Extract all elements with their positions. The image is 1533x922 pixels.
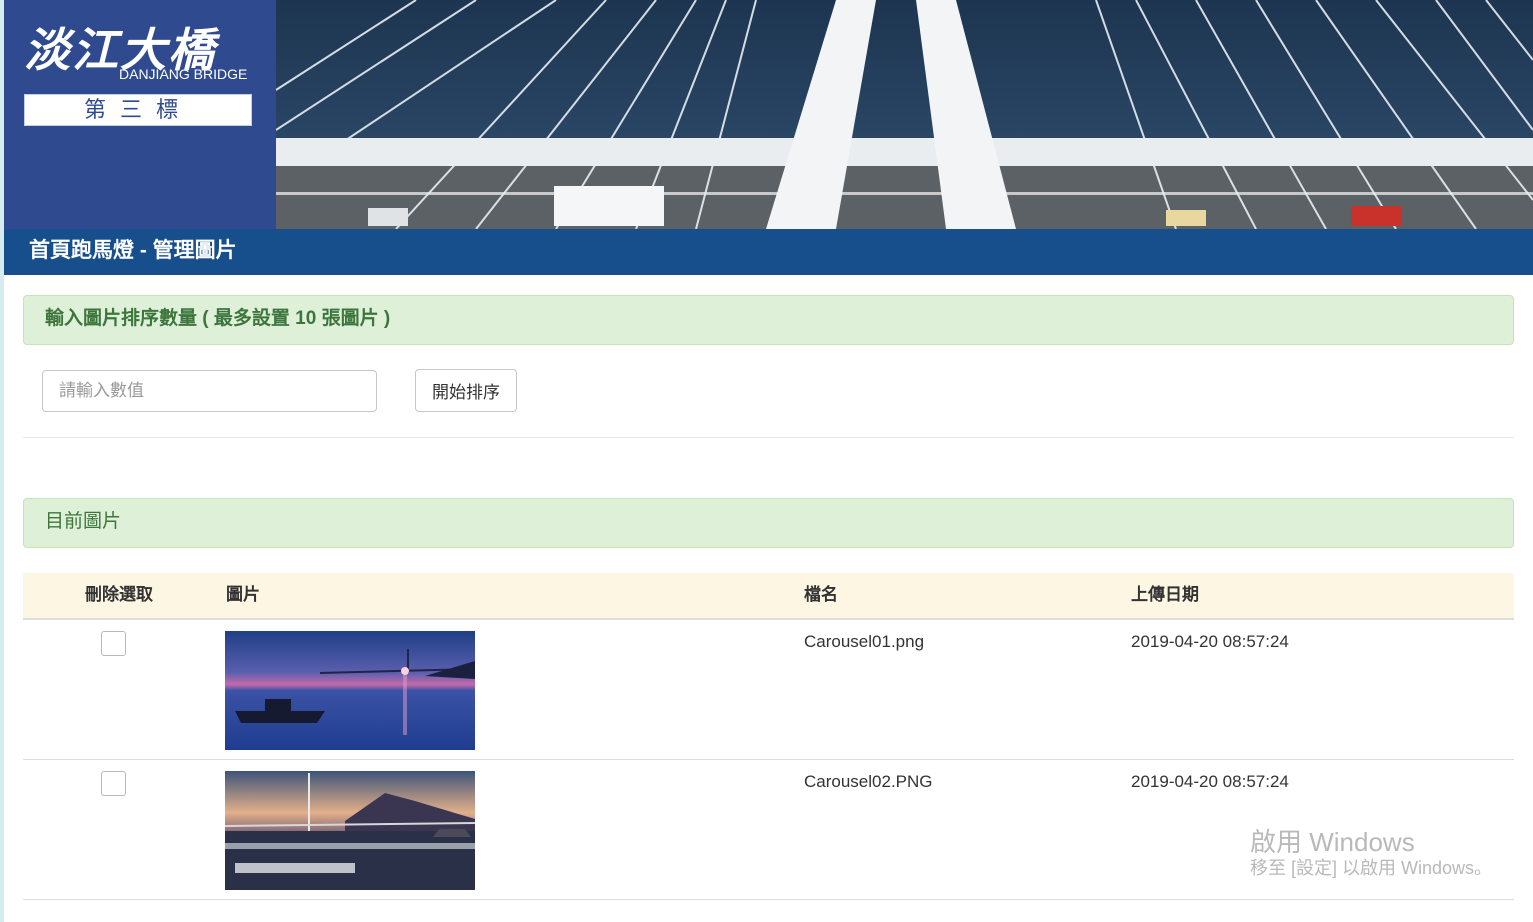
- start-sort-button[interactable]: 開始排序: [415, 369, 517, 412]
- filename-cell: Carousel02.PNG: [804, 772, 933, 791]
- col-header-delete[interactable]: 刪除選取: [85, 573, 153, 617]
- col-header-filename[interactable]: 檔名: [804, 573, 838, 617]
- delete-checkbox[interactable]: [101, 771, 126, 796]
- windows-activation-subtitle: 移至 [設定] 以啟用 Windows。: [1250, 858, 1493, 878]
- table-header: 刪除選取 圖片 檔名 上傳日期: [23, 573, 1514, 620]
- site-logo[interactable]: 淡江大橋 DANJIANG BRIDGE 第三標: [4, 0, 276, 229]
- filename-cell: Carousel01.png: [804, 632, 925, 651]
- table-row: Carousel01.png 2019-04-20 08:57:24: [23, 620, 1514, 760]
- delete-checkbox[interactable]: [101, 631, 126, 656]
- col-header-upload-date[interactable]: 上傳日期: [1131, 573, 1199, 617]
- logo-badge: 第三標: [24, 94, 252, 126]
- page-title: 首頁跑馬燈 - 管理圖片: [4, 229, 1533, 275]
- carousel-thumbnail: [225, 631, 475, 750]
- sort-panel-heading: 輸入圖片排序數量 ( 最多設置 10 張圖片 ): [23, 295, 1514, 345]
- logo-subtitle: DANJIANG BRIDGE: [119, 66, 248, 82]
- current-images-heading: 目前圖片: [23, 498, 1514, 548]
- site-header: 淡江大橋 DANJIANG BRIDGE 第三標: [4, 0, 1533, 229]
- col-header-image[interactable]: 圖片: [226, 573, 260, 617]
- header-banner-image: [276, 0, 1533, 229]
- upload-date-cell: 2019-04-20 08:57:24: [1131, 772, 1289, 791]
- sort-count-input[interactable]: [42, 370, 377, 412]
- carousel-thumbnail: [225, 771, 475, 890]
- upload-date-cell: 2019-04-20 08:57:24: [1131, 632, 1289, 651]
- divider: [23, 437, 1514, 438]
